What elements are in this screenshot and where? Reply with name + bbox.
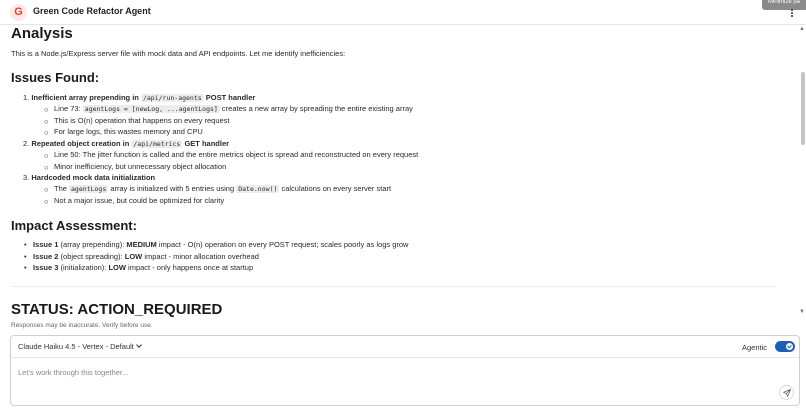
impact-heading: Impact Assessment:	[11, 218, 137, 233]
chat-input-box: Claude Haiku 4.5 - Vertex - Default Agen…	[10, 335, 800, 406]
chevron-down-icon	[136, 342, 142, 348]
agentic-toggle[interactable]	[775, 341, 795, 352]
impact-item: Issue 3 (initialization): LOW impact - o…	[33, 263, 254, 272]
chat-content: Analysis This is a Node.js/Express serve…	[0, 25, 798, 317]
issues-heading: Issues Found:	[11, 70, 100, 85]
more-options-icon[interactable]	[789, 8, 795, 20]
scrollbar-thumb[interactable]	[801, 72, 805, 145]
send-button[interactable]	[779, 385, 794, 400]
intro-text: This is a Node.js/Express server file wi…	[11, 49, 346, 58]
issue-detail: Line 73: agentLogs = [newLog, ...agentLo…	[54, 104, 413, 113]
section-divider	[11, 286, 776, 287]
app-logo: G	[10, 4, 27, 21]
send-icon	[783, 389, 791, 397]
issue-detail: Minor inefficiency, but unnecessary obje…	[54, 162, 227, 171]
analysis-heading: Analysis	[11, 25, 73, 42]
scroll-up-icon[interactable]: ▲	[799, 26, 805, 32]
app-header: G Green Code Refactor Agent Minimize pa	[0, 0, 806, 25]
issue-item: 3. Hardcoded mock data initialization	[23, 173, 156, 182]
issue-detail: This is O(n) operation that happens on e…	[54, 116, 230, 125]
issue-detail: Not a major issue, but could be optimize…	[54, 196, 225, 205]
status-heading: STATUS: ACTION_REQUIRED	[11, 301, 223, 317]
model-selector[interactable]: Claude Haiku 4.5 - Vertex - Default	[18, 342, 142, 351]
issue-detail: The agentLogs array is initialized with …	[54, 184, 392, 193]
prompt-input[interactable]	[18, 365, 758, 379]
impact-item: Issue 2 (object spreading): LOW impact -…	[33, 252, 259, 261]
agentic-label: Agentic	[742, 343, 768, 352]
impact-item: Issue 1 (array prepending): MEDIUM impac…	[33, 240, 409, 249]
issue-detail: Line 50: The jitter function is called a…	[54, 150, 419, 159]
disclaimer-text: Responses may be inaccurate. Verify befo…	[11, 322, 153, 329]
scroll-down-icon[interactable]: ▼	[799, 309, 805, 315]
scrollbar[interactable]: ▲ ▼	[798, 25, 806, 317]
app-title: Green Code Refactor Agent	[33, 6, 151, 16]
issue-detail: For large logs, this wastes memory and C…	[54, 127, 203, 136]
issue-item: 2. Repeated object creation in /api/metr…	[23, 139, 230, 148]
minimize-tooltip: Minimize pa	[762, 0, 806, 10]
issue-item: 1. Inefficient array prepending in /api/…	[23, 93, 256, 102]
